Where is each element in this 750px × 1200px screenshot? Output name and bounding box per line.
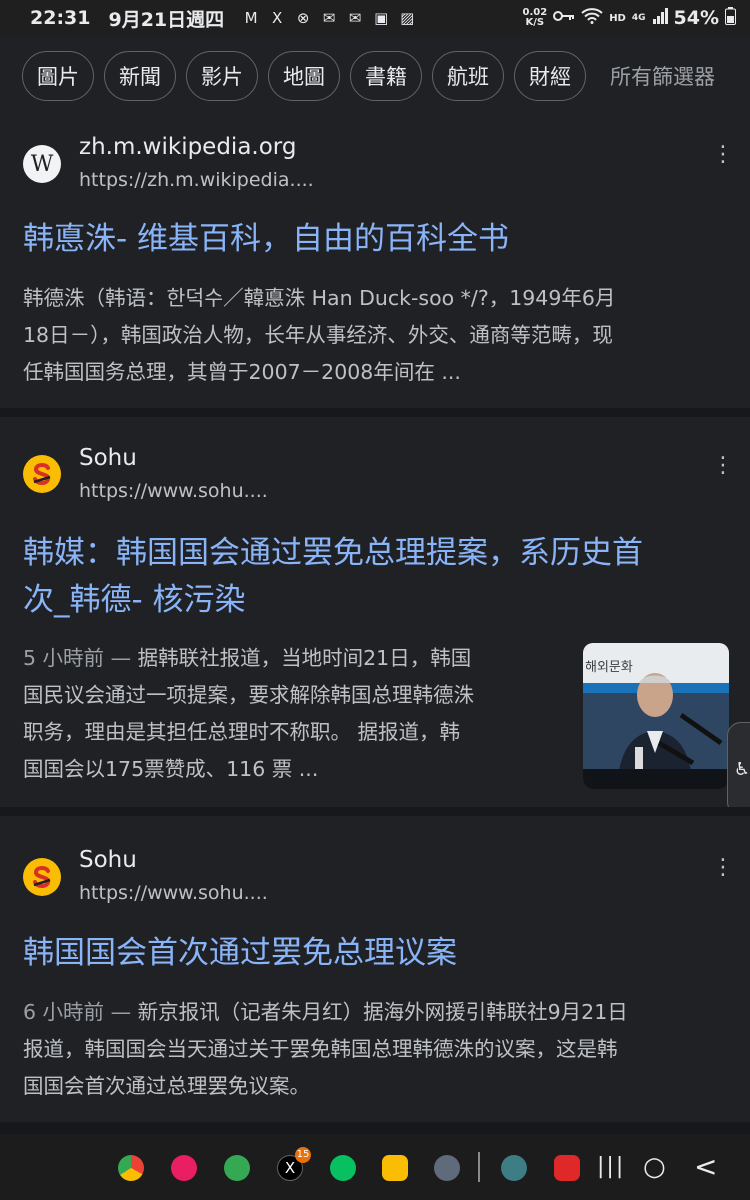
mail-notification-icon: ✉ — [322, 9, 336, 27]
app-notification-icon: ⊗ — [296, 9, 310, 27]
home-button[interactable]: ○ — [643, 1151, 666, 1183]
sohu-favicon-icon[interactable] — [23, 858, 61, 896]
all-filters-link[interactable]: 所有篩選器 — [596, 61, 715, 91]
notification-icons: M X ⊗ ✉ ✉ ▣ ▨ — [242, 9, 416, 27]
wechat-app-icon[interactable] — [330, 1155, 356, 1181]
result-snippet: 韩德洙（韩语：한덕수／韓悳洙 Han Duck-soo */?，1949年6月 … — [23, 286, 616, 384]
chip-maps[interactable]: 地圖 — [268, 51, 340, 101]
accessibility-icon: ♿ — [733, 758, 750, 780]
more-options-icon[interactable]: ⋮ — [712, 857, 734, 879]
result-site-name[interactable]: Sohu — [79, 445, 137, 471]
accessibility-shortcut[interactable]: ♿ — [727, 722, 750, 816]
chip-flights[interactable]: 航班 — [432, 51, 504, 101]
thumbnail-caption: 해외문화 — [585, 660, 633, 675]
search-filter-chips: 圖片 新聞 影片 地圖 書籍 航班 財經 所有篩選器 — [0, 36, 750, 116]
gmail-notification-icon: M — [244, 9, 258, 27]
result-url[interactable]: https://www.sohu.... — [79, 882, 268, 904]
chip-images[interactable]: 圖片 — [22, 51, 94, 101]
result-title[interactable]: 韩悳洙- 维基百科，自由的百科全书 — [23, 216, 728, 263]
navigation-bar: X 15 ||| ○ < — [0, 1134, 750, 1200]
feather-app-icon[interactable] — [224, 1155, 250, 1181]
files-app-icon[interactable] — [382, 1155, 408, 1181]
status-date: 9月21日週四 — [108, 8, 225, 31]
wikipedia-favicon-icon[interactable]: W — [23, 145, 61, 183]
mail-notification-icon-2: ✉ — [348, 9, 362, 27]
result-thumbnail-image[interactable]: 해외문화 — [583, 643, 729, 789]
flower-app-icon[interactable] — [171, 1155, 197, 1181]
result-url[interactable]: https://www.sohu.... — [79, 480, 268, 502]
signal-type: 4G — [631, 13, 646, 23]
x-notification-icon: X — [272, 9, 283, 27]
orb-app-icon[interactable] — [501, 1155, 527, 1181]
more-options-icon[interactable]: ⋮ — [712, 455, 734, 477]
chip-finance[interactable]: 財經 — [514, 51, 586, 101]
sohu-favicon-icon[interactable] — [23, 455, 61, 493]
flipboard-app-icon[interactable] — [554, 1155, 580, 1181]
dock-separator — [478, 1152, 480, 1182]
key-icon — [553, 9, 575, 27]
battery-level: 54% — [673, 7, 719, 29]
result-site-name[interactable]: zh.m.wikipedia.org — [79, 134, 296, 160]
gallery-notification-icon: ▨ — [400, 9, 415, 27]
result-divider — [0, 807, 750, 816]
status-bar: 22:31 9月21日週四 M X ⊗ ✉ ✉ ▣ ▨ 0.02 K/S HD … — [0, 0, 750, 36]
net-speed: 0.02 K/S — [522, 7, 548, 28]
chrome-app-icon[interactable] — [118, 1155, 144, 1181]
result-title[interactable]: 韩国国会首次通过罢免总理议案 — [23, 930, 728, 977]
screenshot-notification-icon: ▣ — [374, 9, 389, 27]
result-age: 5 小時前 — — [23, 646, 132, 670]
result-title[interactable]: 韩媒：韩国国会通过罢免总理提案，系历史首 次_韩德- 核污染 — [23, 530, 728, 624]
result-snippet: 6 小時前 — 新京报讯（记者朱月红）据海外网援引韩联社9月21日 报道，韩国国… — [23, 1000, 628, 1098]
result-site-name[interactable]: Sohu — [79, 847, 137, 873]
recents-button[interactable]: ||| — [597, 1151, 625, 1183]
system-status: 0.02 K/S HD 4G 54% — [522, 7, 736, 29]
result-age: 6 小時前 — — [23, 1000, 132, 1024]
app-drawer-icon[interactable] — [434, 1155, 460, 1181]
x-notification-badge: 15 — [295, 1147, 311, 1163]
result-divider — [0, 1122, 750, 1134]
result-divider — [0, 408, 750, 417]
battery-icon — [725, 7, 736, 29]
signal-icon — [652, 8, 668, 28]
more-options-icon[interactable]: ⋮ — [712, 144, 734, 166]
wifi-icon — [581, 8, 603, 28]
search-result-wikipedia: W zh.m.wikipedia.org https://zh.m.wikipe… — [0, 116, 750, 408]
result-snippet: 5 小時前 — 据韩联社报道，当地时间21日，韩国 国民议会通过一项提案，要求解… — [23, 646, 474, 781]
status-time: 22:31 — [30, 7, 91, 29]
network-type: HD — [609, 12, 626, 24]
chip-news[interactable]: 新聞 — [104, 51, 176, 101]
search-result-sohu-2: Sohu https://www.sohu.... ⋮ 韩国国会首次通过罢免总理… — [0, 816, 750, 1122]
result-url[interactable]: https://zh.m.wikipedia.... — [79, 169, 314, 191]
back-button[interactable]: < — [694, 1151, 717, 1183]
chip-videos[interactable]: 影片 — [186, 51, 258, 101]
chip-books[interactable]: 書籍 — [350, 51, 422, 101]
